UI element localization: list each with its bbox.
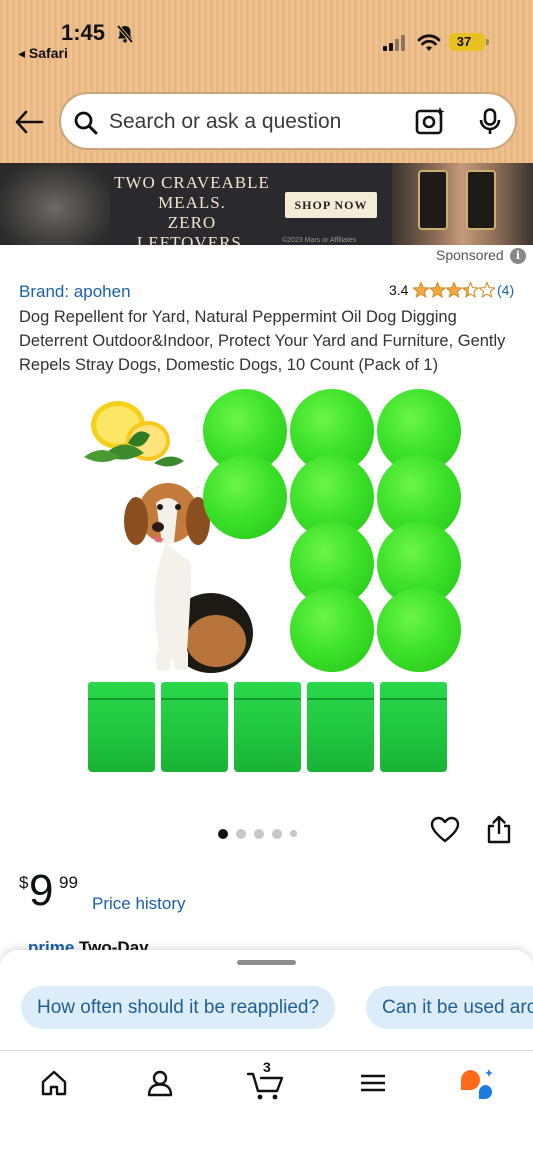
back-arrow-icon[interactable] (14, 108, 44, 136)
banner-food-tray (418, 170, 448, 230)
camera-search-icon[interactable] (415, 106, 447, 136)
star-rating[interactable] (413, 281, 495, 299)
carousel-dot[interactable] (272, 828, 282, 839)
search-bar[interactable] (59, 92, 517, 150)
menu-icon[interactable] (360, 1069, 386, 1097)
prime-two-day: Two-Day (79, 938, 149, 950)
green-mesh-bag (88, 682, 155, 772)
banner-food-tray (466, 170, 496, 230)
carousel-dot[interactable] (254, 828, 264, 839)
green-mesh-bag (380, 682, 447, 772)
price-currency: $ (19, 873, 29, 892)
star-icon (413, 281, 430, 299)
green-mesh-bag (307, 682, 374, 772)
silent-bell-icon (116, 24, 134, 44)
back-to-safari[interactable]: ◂ Safari (18, 45, 68, 62)
carousel-dot[interactable] (236, 828, 246, 839)
microphone-icon[interactable] (479, 108, 501, 136)
bottom-nav-bar: 3 (0, 1050, 533, 1159)
prime-delivery-label: prime Two-Day (28, 938, 149, 950)
rufus-suggestions-sheet: How often should it be reapplied? Can it… (0, 950, 533, 1052)
shop-now-button[interactable]: SHOP NOW (285, 192, 377, 218)
share-icon[interactable] (486, 815, 512, 845)
suggestion-chip[interactable]: How often should it be reapplied? (21, 986, 336, 1029)
rating-count-link[interactable]: (4) (497, 282, 514, 298)
prime-logo-text: prime (28, 938, 75, 950)
star-icon (445, 281, 463, 299)
banner-product-image (392, 163, 533, 245)
star-icon (478, 281, 495, 299)
home-icon[interactable] (40, 1069, 68, 1097)
sponsored-label: Sponsored (436, 247, 504, 263)
rufus-assistant-icon[interactable] (459, 1067, 495, 1099)
green-ball (377, 588, 461, 672)
app-header: 1:45 ◂ Safari 37 (0, 0, 533, 163)
banner-copyright: ©2023 Mars or Affiliates (282, 237, 357, 244)
cellular-signal-icon (383, 35, 405, 51)
battery-level: 37 (456, 34, 472, 49)
status-time: 1:45 (61, 20, 106, 45)
price-history-link[interactable]: Price history (92, 894, 186, 914)
price-fraction: 99 (59, 873, 78, 892)
product-image[interactable] (60, 385, 480, 785)
rating-value: 3.4 (389, 282, 409, 298)
search-input[interactable] (109, 106, 409, 138)
star-icon (461, 281, 480, 299)
image-carousel-dots[interactable] (218, 825, 305, 843)
banner-cat-image (0, 163, 110, 245)
battery-indicator: 37 (449, 33, 489, 51)
lemon-mint-image (84, 401, 184, 467)
carousel-dot[interactable] (218, 828, 228, 839)
banner-headline: TWO CRAVEABLE MEALS. ZERO LEFTOVERS. (112, 173, 272, 245)
star-icon (428, 281, 447, 299)
banner-line-3: ZERO LEFTOVERS. (136, 213, 248, 245)
carousel-dot[interactable] (290, 830, 297, 838)
search-icon (74, 111, 98, 135)
wifi-icon (417, 34, 441, 51)
brand-link[interactable]: Brand: apohen (19, 282, 131, 302)
product-title: Dog Repellent for Yard, Natural Peppermi… (19, 308, 506, 374)
cart-icon[interactable] (247, 1071, 285, 1101)
account-icon[interactable] (146, 1069, 174, 1097)
green-ball (203, 455, 287, 539)
price-whole: 9 (29, 866, 54, 915)
green-mesh-bag (234, 682, 301, 772)
banner-line-2: MEALS. (158, 193, 226, 212)
heart-icon[interactable] (430, 816, 460, 844)
banner-line-1: TWO CRAVEABLE (114, 173, 270, 192)
suggestion-chip[interactable]: Can it be used around (366, 986, 533, 1029)
info-icon[interactable]: i (510, 248, 526, 264)
green-mesh-bag (161, 682, 228, 772)
cart-count: 3 (263, 1059, 271, 1075)
sheet-drag-handle[interactable] (237, 960, 296, 965)
green-ball (290, 588, 374, 672)
